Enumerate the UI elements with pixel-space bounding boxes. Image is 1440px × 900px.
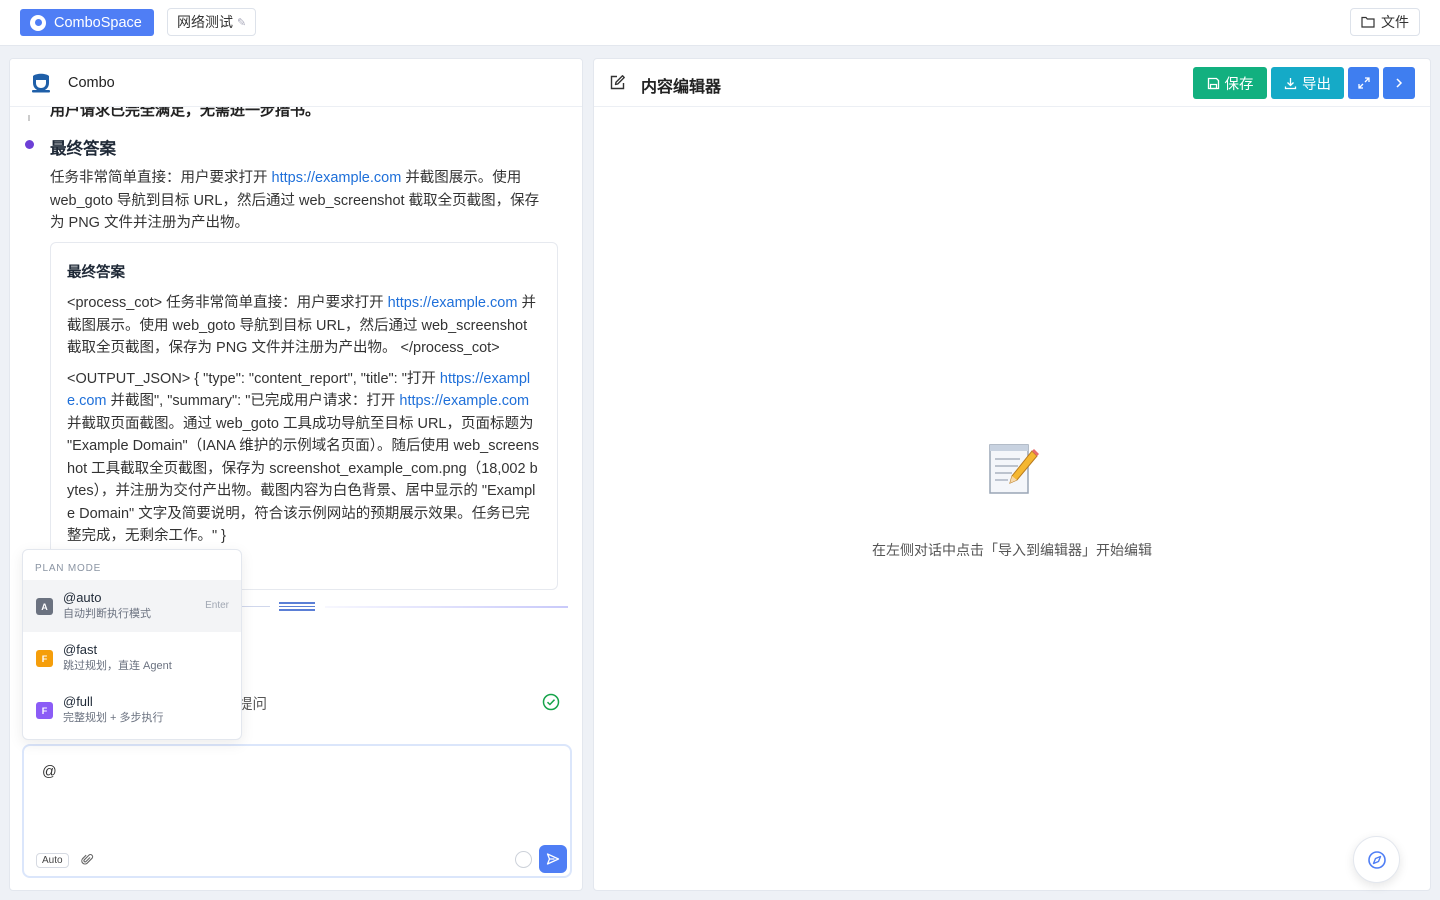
files-button[interactable]: 文件 (1350, 8, 1420, 36)
save-icon (1207, 77, 1219, 89)
loading-circle-icon (515, 851, 532, 868)
send-button[interactable] (539, 845, 567, 873)
editor-empty-hint: 在左侧对话中点击「导入到编辑器」开始编辑 (872, 542, 1152, 558)
combo-logo-icon (32, 73, 50, 92)
editor-panel: 内容编辑器 保存 导出 在左侧对话中点击「导入到编辑器」开始编辑 (593, 58, 1431, 891)
timeline-dot (25, 140, 34, 149)
chat-messages[interactable]: 用户请求已完全满足，无需进一步措书。 最终答案 任务非常简单直接：用户要求打开 … (10, 107, 582, 607)
editor-header: 内容编辑器 保存 导出 (594, 59, 1430, 107)
plan-item-full[interactable]: F @full 完整规划 + 多步执行 (23, 684, 241, 736)
brand-logo-icon (30, 14, 46, 31)
example-link[interactable]: https://example.com (399, 393, 529, 409)
folder-icon (1361, 16, 1375, 28)
plan-item-desc: 完整规划 + 多步执行 (63, 712, 164, 724)
auto-badge-icon: A (36, 598, 53, 615)
plan-mode-menu: PLAN MODE A @auto 自动判断执行模式 Enter F @fast… (22, 549, 242, 740)
plan-item-desc: 跳过规划，直连 Agent (63, 660, 172, 672)
workspace-name: 网络测试 (177, 14, 233, 30)
plan-item-name: @full (63, 694, 93, 709)
edit-pencil-icon: ✎ (237, 16, 247, 29)
message-input[interactable]: @ (42, 764, 57, 780)
send-icon (546, 853, 560, 865)
cot-text-pre: <process_cot> 任务非常简单直接：用户要求打开 (67, 295, 388, 311)
final-answer-title: 最终答案 (50, 140, 116, 158)
brand-label: ComboSpace (54, 14, 142, 31)
memo-icon (989, 444, 1039, 494)
editor-empty-state: 在左侧对话中点击「导入到编辑器」开始编辑 (594, 439, 1430, 560)
export-button[interactable]: 导出 (1271, 67, 1344, 99)
final-answer-summary: 任务非常简单直接：用户要求打开 https://example.com 并截图展… (50, 167, 550, 235)
plan-item-name: @fast (63, 642, 98, 657)
editor-title: 内容编辑器 (641, 79, 722, 96)
json-text-c: 并截取页面截图。通过 web_goto 工具成功导航至目标 URL，页面标题为 … (67, 415, 539, 545)
plan-mode-header: PLAN MODE (35, 563, 102, 574)
save-button[interactable]: 保存 (1193, 67, 1267, 99)
attach-paperclip-icon[interactable] (81, 853, 94, 866)
mode-chip[interactable]: Auto (36, 853, 69, 868)
answer-paragraph-cot: <process_cot> 任务非常简单直接：用户要求打开 https://ex… (67, 292, 541, 360)
answer-card-title: 最终答案 (67, 265, 125, 281)
save-label: 保存 (1224, 76, 1254, 93)
brand-button[interactable]: ComboSpace (20, 9, 154, 36)
plan-item-fast[interactable]: F @fast 跳过规划，直连 Agent (23, 632, 241, 684)
example-link[interactable]: https://example.com (388, 295, 518, 311)
json-text-b: 并截图", "summary": "已完成用户请求：打开 (106, 393, 400, 409)
check-circle-icon (542, 693, 560, 711)
fast-badge-icon: F (36, 650, 53, 667)
message-input-box[interactable]: @ Auto (22, 744, 572, 878)
compass-icon (1367, 850, 1386, 869)
chat-panel: Combo 用户请求已完全满足，无需进一步措书。 最终答案 任务非常简单直接：用… (9, 58, 583, 891)
expand-button[interactable] (1348, 67, 1379, 99)
json-text-a: <OUTPUT_JSON> { "type": "content_report"… (67, 370, 440, 387)
expand-icon (1357, 77, 1370, 89)
workspace-name-button[interactable]: 网络测试 ✎ (167, 8, 257, 36)
export-label: 导出 (1302, 76, 1331, 93)
summary-text-pre: 任务非常简单直接：用户要求打开 (50, 170, 272, 186)
chevron-right-icon (1396, 78, 1403, 88)
timeline-connector (28, 115, 30, 121)
compass-fab-button[interactable] (1353, 836, 1400, 883)
loading-line-left (242, 606, 270, 607)
loading-indicator-icon (279, 600, 315, 612)
edit-square-icon (610, 75, 625, 90)
chat-header: Combo (10, 59, 582, 107)
previous-step-text: 用户请求已完全满足，无需进一步措书。 (50, 107, 321, 119)
top-bar: ComboSpace 网络测试 ✎ 文件 (0, 0, 1440, 46)
collapse-panel-button[interactable] (1383, 67, 1415, 99)
suggestion-text[interactable]: 提问 (238, 693, 267, 714)
download-icon (1284, 77, 1297, 89)
chat-header-title: Combo (68, 74, 115, 91)
plan-item-auto[interactable]: A @auto 自动判断执行模式 Enter (23, 580, 241, 632)
answer-paragraph-json: <OUTPUT_JSON> { "type": "content_report"… (67, 368, 541, 548)
example-link[interactable]: https://example.com (272, 170, 402, 186)
enter-hint: Enter (205, 600, 229, 611)
files-label: 文件 (1381, 14, 1409, 30)
final-answer-card[interactable]: 最终答案 <process_cot> 任务非常简单直接：用户要求打开 https… (50, 242, 558, 590)
loading-line-right (325, 606, 568, 608)
full-badge-icon: F (36, 702, 53, 719)
